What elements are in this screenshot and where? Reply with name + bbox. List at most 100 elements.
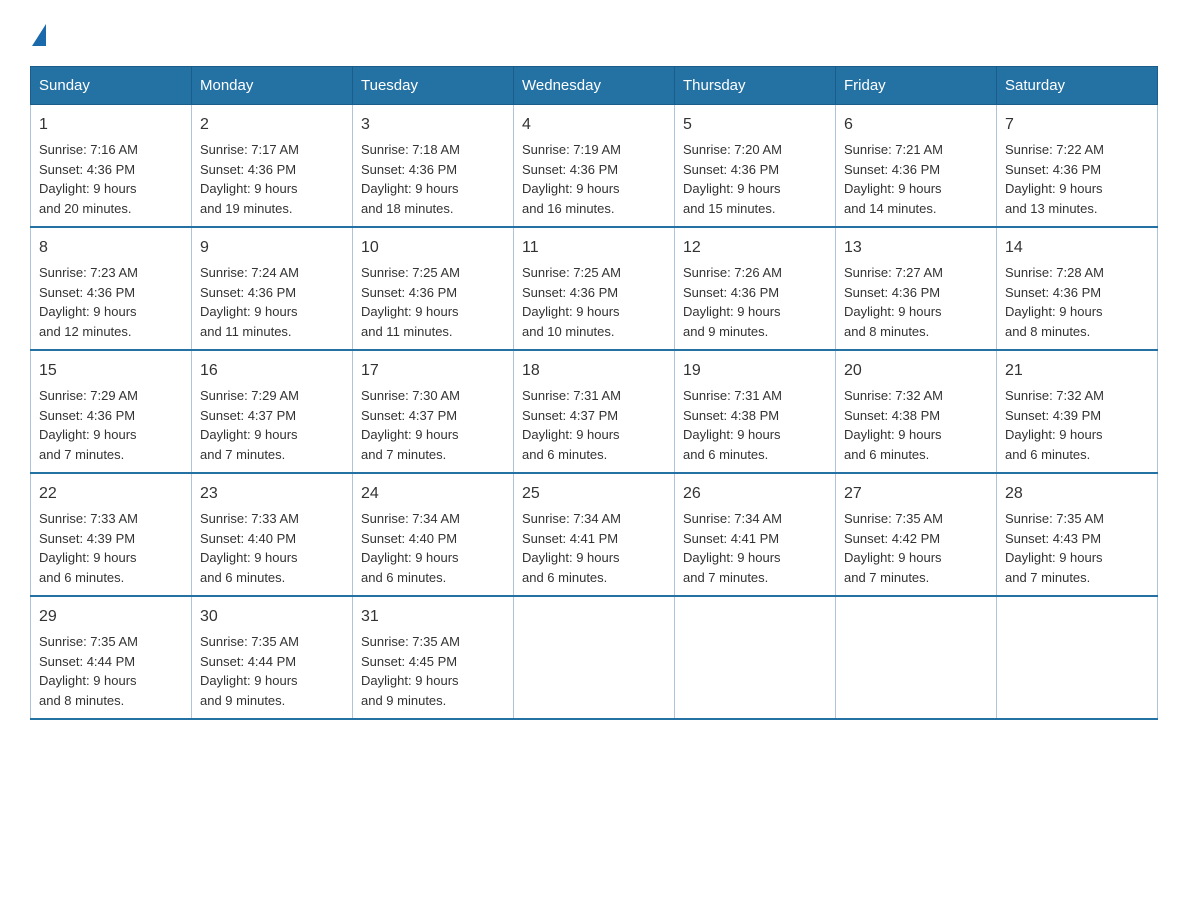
day-number: 14 [1005, 236, 1149, 260]
day-number: 29 [39, 605, 183, 629]
day-info: Sunrise: 7:31 AMSunset: 4:38 PMDaylight:… [683, 388, 782, 462]
day-info: Sunrise: 7:18 AMSunset: 4:36 PMDaylight:… [361, 142, 460, 216]
day-number: 28 [1005, 482, 1149, 506]
day-number: 26 [683, 482, 827, 506]
day-info: Sunrise: 7:26 AMSunset: 4:36 PMDaylight:… [683, 265, 782, 339]
day-number: 8 [39, 236, 183, 260]
day-info: Sunrise: 7:29 AMSunset: 4:36 PMDaylight:… [39, 388, 138, 462]
day-info: Sunrise: 7:32 AMSunset: 4:39 PMDaylight:… [1005, 388, 1104, 462]
calendar-cell: 4 Sunrise: 7:19 AMSunset: 4:36 PMDaylight… [514, 105, 675, 228]
day-number: 4 [522, 113, 666, 137]
calendar-cell: 20 Sunrise: 7:32 AMSunset: 4:38 PMDayligh… [836, 350, 997, 473]
calendar-cell: 31 Sunrise: 7:35 AMSunset: 4:45 PMDayligh… [353, 596, 514, 719]
calendar-header-row: SundayMondayTuesdayWednesdayThursdayFrid… [31, 67, 1158, 105]
day-number: 3 [361, 113, 505, 137]
calendar-week-row: 1 Sunrise: 7:16 AMSunset: 4:36 PMDaylight… [31, 105, 1158, 228]
calendar-cell: 19 Sunrise: 7:31 AMSunset: 4:38 PMDayligh… [675, 350, 836, 473]
day-info: Sunrise: 7:24 AMSunset: 4:36 PMDaylight:… [200, 265, 299, 339]
day-info: Sunrise: 7:35 AMSunset: 4:44 PMDaylight:… [39, 634, 138, 708]
calendar-week-row: 15 Sunrise: 7:29 AMSunset: 4:36 PMDayligh… [31, 350, 1158, 473]
day-number: 22 [39, 482, 183, 506]
logo [30, 20, 46, 46]
calendar-cell: 13 Sunrise: 7:27 AMSunset: 4:36 PMDayligh… [836, 227, 997, 350]
calendar-cell [836, 596, 997, 719]
day-info: Sunrise: 7:35 AMSunset: 4:42 PMDaylight:… [844, 511, 943, 585]
calendar-cell: 2 Sunrise: 7:17 AMSunset: 4:36 PMDaylight… [192, 105, 353, 228]
calendar-cell: 7 Sunrise: 7:22 AMSunset: 4:36 PMDaylight… [997, 105, 1158, 228]
calendar-cell: 18 Sunrise: 7:31 AMSunset: 4:37 PMDayligh… [514, 350, 675, 473]
calendar-cell: 6Sunrise: 7:21 AMSunset: 4:36 PMDaylight… [836, 105, 997, 228]
day-number: 27 [844, 482, 988, 506]
calendar-cell: 14 Sunrise: 7:28 AMSunset: 4:36 PMDayligh… [997, 227, 1158, 350]
day-number: 15 [39, 359, 183, 383]
calendar-cell: 3 Sunrise: 7:18 AMSunset: 4:36 PMDaylight… [353, 105, 514, 228]
day-info: Sunrise: 7:33 AMSunset: 4:39 PMDaylight:… [39, 511, 138, 585]
calendar-cell: 28 Sunrise: 7:35 AMSunset: 4:43 PMDayligh… [997, 473, 1158, 596]
calendar-cell: 9Sunrise: 7:24 AMSunset: 4:36 PMDaylight… [192, 227, 353, 350]
day-info: Sunrise: 7:28 AMSunset: 4:36 PMDaylight:… [1005, 265, 1104, 339]
day-info: Sunrise: 7:35 AMSunset: 4:43 PMDaylight:… [1005, 511, 1104, 585]
calendar-cell [675, 596, 836, 719]
day-info: Sunrise: 7:29 AMSunset: 4:37 PMDaylight:… [200, 388, 299, 462]
day-number: 12 [683, 236, 827, 260]
calendar-week-row: 29 Sunrise: 7:35 AMSunset: 4:44 PMDayligh… [31, 596, 1158, 719]
calendar-cell: 22 Sunrise: 7:33 AMSunset: 4:39 PMDayligh… [31, 473, 192, 596]
calendar-cell: 8 Sunrise: 7:23 AMSunset: 4:36 PMDaylight… [31, 227, 192, 350]
day-info: Sunrise: 7:32 AMSunset: 4:38 PMDaylight:… [844, 388, 943, 462]
calendar-cell: 27 Sunrise: 7:35 AMSunset: 4:42 PMDayligh… [836, 473, 997, 596]
day-number: 25 [522, 482, 666, 506]
header-friday: Friday [836, 67, 997, 105]
day-number: 5 [683, 113, 827, 137]
day-number: 19 [683, 359, 827, 383]
header-monday: Monday [192, 67, 353, 105]
day-info: Sunrise: 7:25 AMSunset: 4:36 PMDaylight:… [361, 265, 460, 339]
day-info: Sunrise: 7:23 AMSunset: 4:36 PMDaylight:… [39, 265, 138, 339]
calendar-cell: 1 Sunrise: 7:16 AMSunset: 4:36 PMDaylight… [31, 105, 192, 228]
day-number: 30 [200, 605, 344, 629]
day-number: 1 [39, 113, 183, 137]
day-info: Sunrise: 7:20 AMSunset: 4:36 PMDaylight:… [683, 142, 782, 216]
day-number: 23 [200, 482, 344, 506]
day-number: 7 [1005, 113, 1149, 137]
header-sunday: Sunday [31, 67, 192, 105]
calendar-cell: 25Sunrise: 7:34 AMSunset: 4:41 PMDayligh… [514, 473, 675, 596]
calendar-cell: 30Sunrise: 7:35 AMSunset: 4:44 PMDayligh… [192, 596, 353, 719]
header-wednesday: Wednesday [514, 67, 675, 105]
calendar-week-row: 22 Sunrise: 7:33 AMSunset: 4:39 PMDayligh… [31, 473, 1158, 596]
day-info: Sunrise: 7:34 AMSunset: 4:40 PMDaylight:… [361, 511, 460, 585]
day-info: Sunrise: 7:19 AMSunset: 4:36 PMDaylight:… [522, 142, 621, 216]
day-info: Sunrise: 7:17 AMSunset: 4:36 PMDaylight:… [200, 142, 299, 216]
day-info: Sunrise: 7:33 AMSunset: 4:40 PMDaylight:… [200, 511, 299, 585]
day-number: 18 [522, 359, 666, 383]
day-number: 16 [200, 359, 344, 383]
header-saturday: Saturday [997, 67, 1158, 105]
calendar-cell: 10Sunrise: 7:25 AMSunset: 4:36 PMDayligh… [353, 227, 514, 350]
day-number: 31 [361, 605, 505, 629]
day-info: Sunrise: 7:30 AMSunset: 4:37 PMDaylight:… [361, 388, 460, 462]
day-info: Sunrise: 7:25 AMSunset: 4:36 PMDaylight:… [522, 265, 621, 339]
day-number: 13 [844, 236, 988, 260]
calendar-cell: 21Sunrise: 7:32 AMSunset: 4:39 PMDayligh… [997, 350, 1158, 473]
day-number: 2 [200, 113, 344, 137]
day-number: 20 [844, 359, 988, 383]
calendar-cell: 16 Sunrise: 7:29 AMSunset: 4:37 PMDayligh… [192, 350, 353, 473]
page-header [30, 20, 1158, 46]
day-info: Sunrise: 7:16 AMSunset: 4:36 PMDaylight:… [39, 142, 138, 216]
day-info: Sunrise: 7:27 AMSunset: 4:36 PMDaylight:… [844, 265, 943, 339]
calendar-table: SundayMondayTuesdayWednesdayThursdayFrid… [30, 66, 1158, 720]
day-info: Sunrise: 7:34 AMSunset: 4:41 PMDaylight:… [683, 511, 782, 585]
calendar-cell: 11 Sunrise: 7:25 AMSunset: 4:36 PMDayligh… [514, 227, 675, 350]
day-number: 24 [361, 482, 505, 506]
calendar-cell: 17 Sunrise: 7:30 AMSunset: 4:37 PMDayligh… [353, 350, 514, 473]
calendar-cell [997, 596, 1158, 719]
day-info: Sunrise: 7:31 AMSunset: 4:37 PMDaylight:… [522, 388, 621, 462]
day-info: Sunrise: 7:35 AMSunset: 4:45 PMDaylight:… [361, 634, 460, 708]
day-number: 11 [522, 236, 666, 260]
day-number: 17 [361, 359, 505, 383]
header-tuesday: Tuesday [353, 67, 514, 105]
calendar-cell: 24 Sunrise: 7:34 AMSunset: 4:40 PMDayligh… [353, 473, 514, 596]
calendar-cell: 26 Sunrise: 7:34 AMSunset: 4:41 PMDayligh… [675, 473, 836, 596]
day-info: Sunrise: 7:22 AMSunset: 4:36 PMDaylight:… [1005, 142, 1104, 216]
calendar-week-row: 8 Sunrise: 7:23 AMSunset: 4:36 PMDaylight… [31, 227, 1158, 350]
logo-triangle-icon [32, 24, 46, 46]
